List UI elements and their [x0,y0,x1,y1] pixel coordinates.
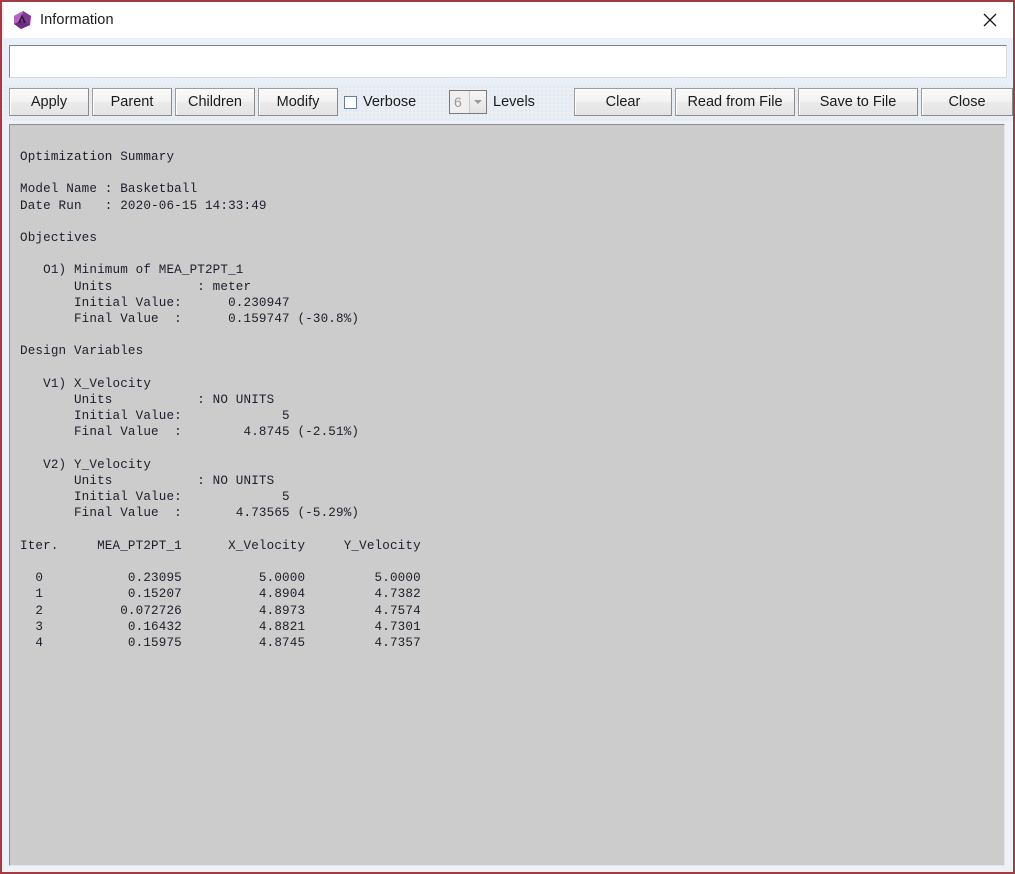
clear-button[interactable]: Clear [574,88,672,116]
app-diamond-icon [12,10,32,30]
verbose-label: Verbose [363,94,417,110]
command-input[interactable] [9,45,1007,78]
chevron-down-icon[interactable] [469,91,486,113]
toolbar: Apply Parent Children Modify Verbose 6 L… [4,85,1013,121]
title-bar: Information [4,2,1013,38]
save-to-file-button[interactable]: Save to File [798,88,918,116]
levels-value: 6 [454,94,462,110]
optimization-summary-text: Optimization Summary Model Name : Basket… [20,150,421,651]
levels-label: Levels [493,94,535,110]
apply-button[interactable]: Apply [9,88,89,116]
entry-strip [4,38,1013,85]
modify-button[interactable]: Modify [258,88,338,116]
close-button[interactable]: Close [921,88,1013,116]
output-pane[interactable]: Optimization Summary Model Name : Basket… [9,124,1005,866]
parent-button[interactable]: Parent [92,88,172,116]
window-title: Information [40,12,114,28]
levels-spinner[interactable]: 6 [449,90,487,114]
children-button[interactable]: Children [175,88,255,116]
close-icon[interactable] [967,2,1013,38]
verbose-checkbox-group[interactable]: Verbose [344,88,416,116]
read-from-file-button[interactable]: Read from File [675,88,795,116]
information-window: Information Apply Parent Children Modify… [0,0,1015,874]
verbose-checkbox[interactable] [344,95,357,109]
